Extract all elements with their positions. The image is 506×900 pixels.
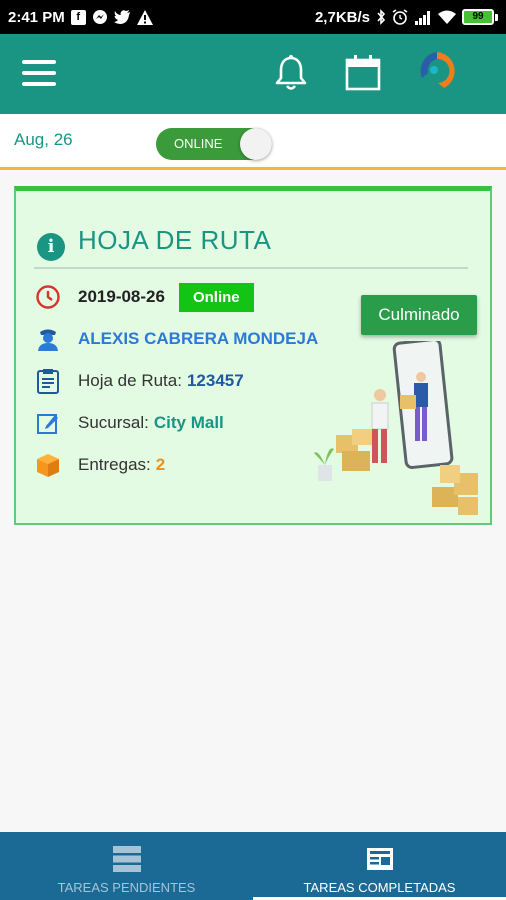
tab-label: TAREAS COMPLETADAS xyxy=(303,880,456,895)
deliveries-label: Entregas: xyxy=(78,455,151,474)
route-label: Hoja de Ruta: xyxy=(78,371,182,390)
network-speed: 2,7KB/s xyxy=(314,8,370,26)
wifi-icon xyxy=(438,10,456,25)
messenger-icon xyxy=(92,9,108,25)
menu-icon-bar xyxy=(22,60,56,64)
online-toggle[interactable]: ONLINE xyxy=(156,128,272,160)
notifications-button[interactable] xyxy=(272,54,310,92)
alarm-icon xyxy=(392,9,408,25)
bottom-navigation: TAREAS PENDIENTES TAREAS COMPLETADAS xyxy=(0,832,506,900)
completed-icon xyxy=(366,848,393,870)
driver-name: ALEXIS CABRERA MONDEJA xyxy=(78,329,319,348)
status-badge: Online xyxy=(178,282,254,312)
route-row: Hoja de Ruta: 123457 xyxy=(34,366,244,396)
signal-icon xyxy=(414,10,432,25)
route-card[interactable]: i HOJA DE RUTA 2019-08-26 Online ALEXIS … xyxy=(14,186,492,525)
branch-row: Sucursal: City Mall xyxy=(34,408,224,438)
driver-icon xyxy=(34,325,62,353)
app-bar xyxy=(0,34,506,114)
menu-icon-bar xyxy=(22,71,56,75)
bell-icon xyxy=(275,55,307,90)
tab-completed-tasks[interactable]: TAREAS COMPLETADAS xyxy=(253,832,506,900)
delivery-illustration xyxy=(314,341,478,515)
twitter-icon xyxy=(113,9,131,25)
info-icon: i xyxy=(37,233,65,261)
status-left: 2:41 PM f xyxy=(8,9,153,26)
deliveries-row: Entregas: 2 xyxy=(34,450,165,480)
brand-logo xyxy=(420,52,455,88)
branch-label: Sucursal: xyxy=(78,413,149,432)
route-number: 123457 xyxy=(186,371,244,390)
deliveries-count: 2 xyxy=(155,455,166,474)
facebook-icon: f xyxy=(70,9,86,25)
clipboard-icon xyxy=(34,367,62,395)
date-row-item: 2019-08-26 Online xyxy=(34,282,254,312)
branch-value: City Mall xyxy=(153,413,224,432)
bluetooth-icon xyxy=(376,9,386,25)
box-icon xyxy=(34,451,62,479)
status-time: 2:41 PM xyxy=(8,8,65,26)
status-right: 2,7KB/s 99 xyxy=(315,9,498,26)
culminado-button[interactable]: Culminado xyxy=(361,295,477,335)
warning-icon xyxy=(136,9,153,25)
tab-label: TAREAS PENDIENTES xyxy=(57,880,196,895)
list-icon xyxy=(112,846,141,872)
toggle-knob xyxy=(240,128,272,160)
menu-button[interactable] xyxy=(22,56,56,90)
calendar-button[interactable] xyxy=(344,54,382,92)
card-header: i HOJA DE RUTA xyxy=(34,219,468,269)
card-title: HOJA DE RUTA xyxy=(78,225,272,255)
status-bar: 2:41 PM f 2,7KB/s 99 xyxy=(0,0,506,34)
clock-icon xyxy=(34,283,62,311)
battery-icon: 99 xyxy=(462,9,498,25)
tab-pending-tasks[interactable]: TAREAS PENDIENTES xyxy=(0,832,253,900)
toggle-label: ONLINE xyxy=(174,136,223,151)
edit-icon xyxy=(34,409,62,437)
menu-icon-bar xyxy=(22,82,56,86)
date-row: Aug, 26 ONLINE xyxy=(0,114,506,170)
driver-row: ALEXIS CABRERA MONDEJA xyxy=(34,324,318,354)
route-date: 2019-08-26 xyxy=(78,287,165,306)
current-date: Aug, 26 xyxy=(14,130,73,149)
calendar-icon xyxy=(345,55,381,91)
